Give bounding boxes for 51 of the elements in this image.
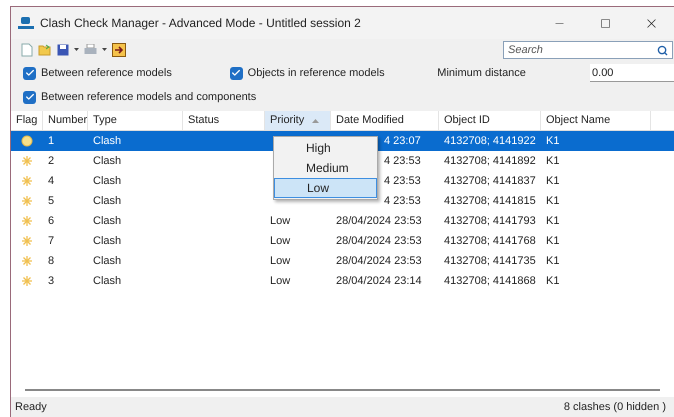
table-cell-text: 7 xyxy=(47,234,56,249)
table-cell-text: Clash xyxy=(92,254,122,269)
table-cell-text: Clash xyxy=(92,274,122,289)
checkbox-label: Objects in reference models xyxy=(248,66,385,81)
table-cell: 4 23:53 xyxy=(384,174,421,187)
table-cell-text: Clash xyxy=(92,234,122,249)
table-cell-text: 4 xyxy=(47,174,56,189)
table-cell-text: Clash xyxy=(92,154,122,169)
table-cell: 4 23:53 xyxy=(384,154,421,167)
table-cell-text: 1 xyxy=(47,134,56,149)
table-cell-text: K1 xyxy=(545,154,560,169)
table-cell-text: 5 xyxy=(47,194,56,209)
table-cell-text: K1 xyxy=(545,194,560,209)
table-cell-text: 4132708; 4141793 xyxy=(443,214,537,229)
table-cell-text: K1 xyxy=(545,134,560,149)
table-cell-text: Clash xyxy=(92,194,122,209)
status-text: Ready xyxy=(15,400,47,415)
window-title: Clash Check Manager - Advanced Mode - Untitled session 2 xyxy=(40,15,361,32)
table-cell: 28/04/2024 23:53 xyxy=(336,234,422,247)
table-cell-text: 4132708; 4141768 xyxy=(443,234,537,249)
table-cell-text: 4132708; 4141922 xyxy=(443,134,537,149)
table-cell-text: 2 xyxy=(47,154,56,169)
table-cell: Low xyxy=(270,214,290,227)
table-cell-text: 4132708; 4141837 xyxy=(443,174,537,189)
table-cell-text: 4132708; 4141892 xyxy=(443,154,537,169)
clash-count: 8 clashes (0 hidden ) xyxy=(564,400,666,415)
table-cell: 28/04/2024 23:14 xyxy=(336,274,422,287)
table-cell-text: 4132708; 4141815 xyxy=(443,194,537,209)
table-cell-text: 6 xyxy=(47,214,56,229)
table-cell-text: Clash xyxy=(92,174,122,189)
table-cell-text: K1 xyxy=(545,274,560,289)
table-cell: 4 23:07 xyxy=(384,134,421,147)
table-cell-text: K1 xyxy=(545,254,560,269)
table-cell-text: 4132708; 4141868 xyxy=(443,274,537,289)
table-cell-text: K1 xyxy=(545,234,560,249)
table-cell-text: K1 xyxy=(545,214,560,229)
table-cell: Low xyxy=(270,234,290,247)
table-cell: 28/04/2024 23:53 xyxy=(336,214,422,227)
minimum-distance-label: Minimum distance xyxy=(437,66,527,81)
table-cell: 4 23:53 xyxy=(384,194,421,207)
table-cell: 28/04/2024 23:53 xyxy=(336,254,422,267)
checkbox-label: Between reference models xyxy=(41,66,172,81)
checkbox-label: Between reference models and components xyxy=(41,90,256,105)
table-cell-text: 3 xyxy=(47,274,56,289)
table-cell-text: 8 xyxy=(47,254,56,269)
table-cell-text: Clash xyxy=(92,134,122,149)
table-cell-text: 4132708; 4141735 xyxy=(443,254,537,269)
table-cell: Low xyxy=(270,254,290,267)
table-cell-text: K1 xyxy=(545,174,560,189)
table-cell: Low xyxy=(270,274,290,287)
table-cell-text: Clash xyxy=(92,214,122,229)
